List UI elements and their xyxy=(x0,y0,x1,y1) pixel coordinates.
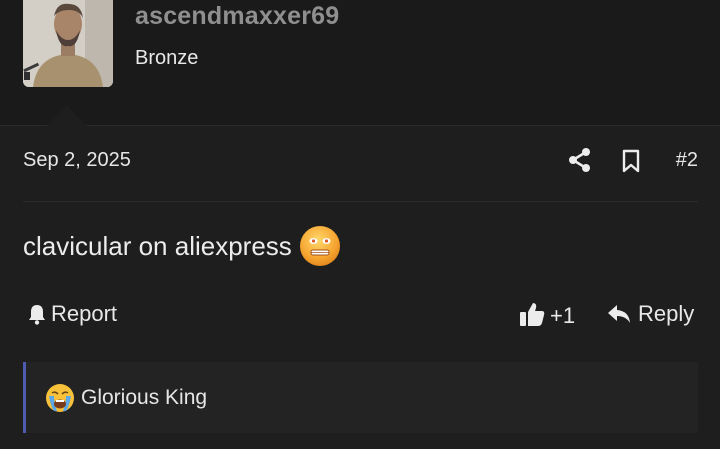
like-button[interactable] xyxy=(519,301,545,327)
like-count: +1 xyxy=(550,303,576,328)
user-rank: Bronze xyxy=(135,47,199,69)
post-date[interactable]: Sep 2, 2025 xyxy=(23,149,131,172)
bell-icon xyxy=(29,305,45,325)
reply-arrow-icon xyxy=(608,305,630,323)
face-grimace-emoji xyxy=(299,226,340,266)
bookmark-icon[interactable] xyxy=(621,149,641,173)
reaction-summary[interactable]: Glorious King xyxy=(23,362,698,433)
username[interactable]: ascendmaxxer69 xyxy=(135,2,339,31)
report-button[interactable]: Report xyxy=(27,301,117,327)
header-pointer xyxy=(46,106,88,127)
report-label: Report xyxy=(51,301,118,326)
share-icon[interactable] xyxy=(568,147,592,173)
post-actions: Report +1 Reply xyxy=(23,299,698,333)
reaction-label: Glorious King xyxy=(81,385,208,409)
reply-button[interactable]: Reply xyxy=(607,301,694,327)
post-author-header: ascendmaxxer69 Bronze xyxy=(0,0,720,126)
reply-label: Reply xyxy=(638,301,695,326)
loudly-crying-face-emoji xyxy=(46,383,74,412)
thumbs-up-icon xyxy=(520,303,545,326)
post-meta-row: Sep 2, 2025 #2 xyxy=(23,147,698,177)
post-text: clavicular on aliexpress xyxy=(23,230,292,261)
divider xyxy=(23,201,698,202)
avatar[interactable] xyxy=(23,0,113,87)
post-content: clavicular on aliexpress xyxy=(23,222,341,270)
user-avatar-photo xyxy=(23,0,113,87)
post-number[interactable]: #2 xyxy=(676,149,698,172)
